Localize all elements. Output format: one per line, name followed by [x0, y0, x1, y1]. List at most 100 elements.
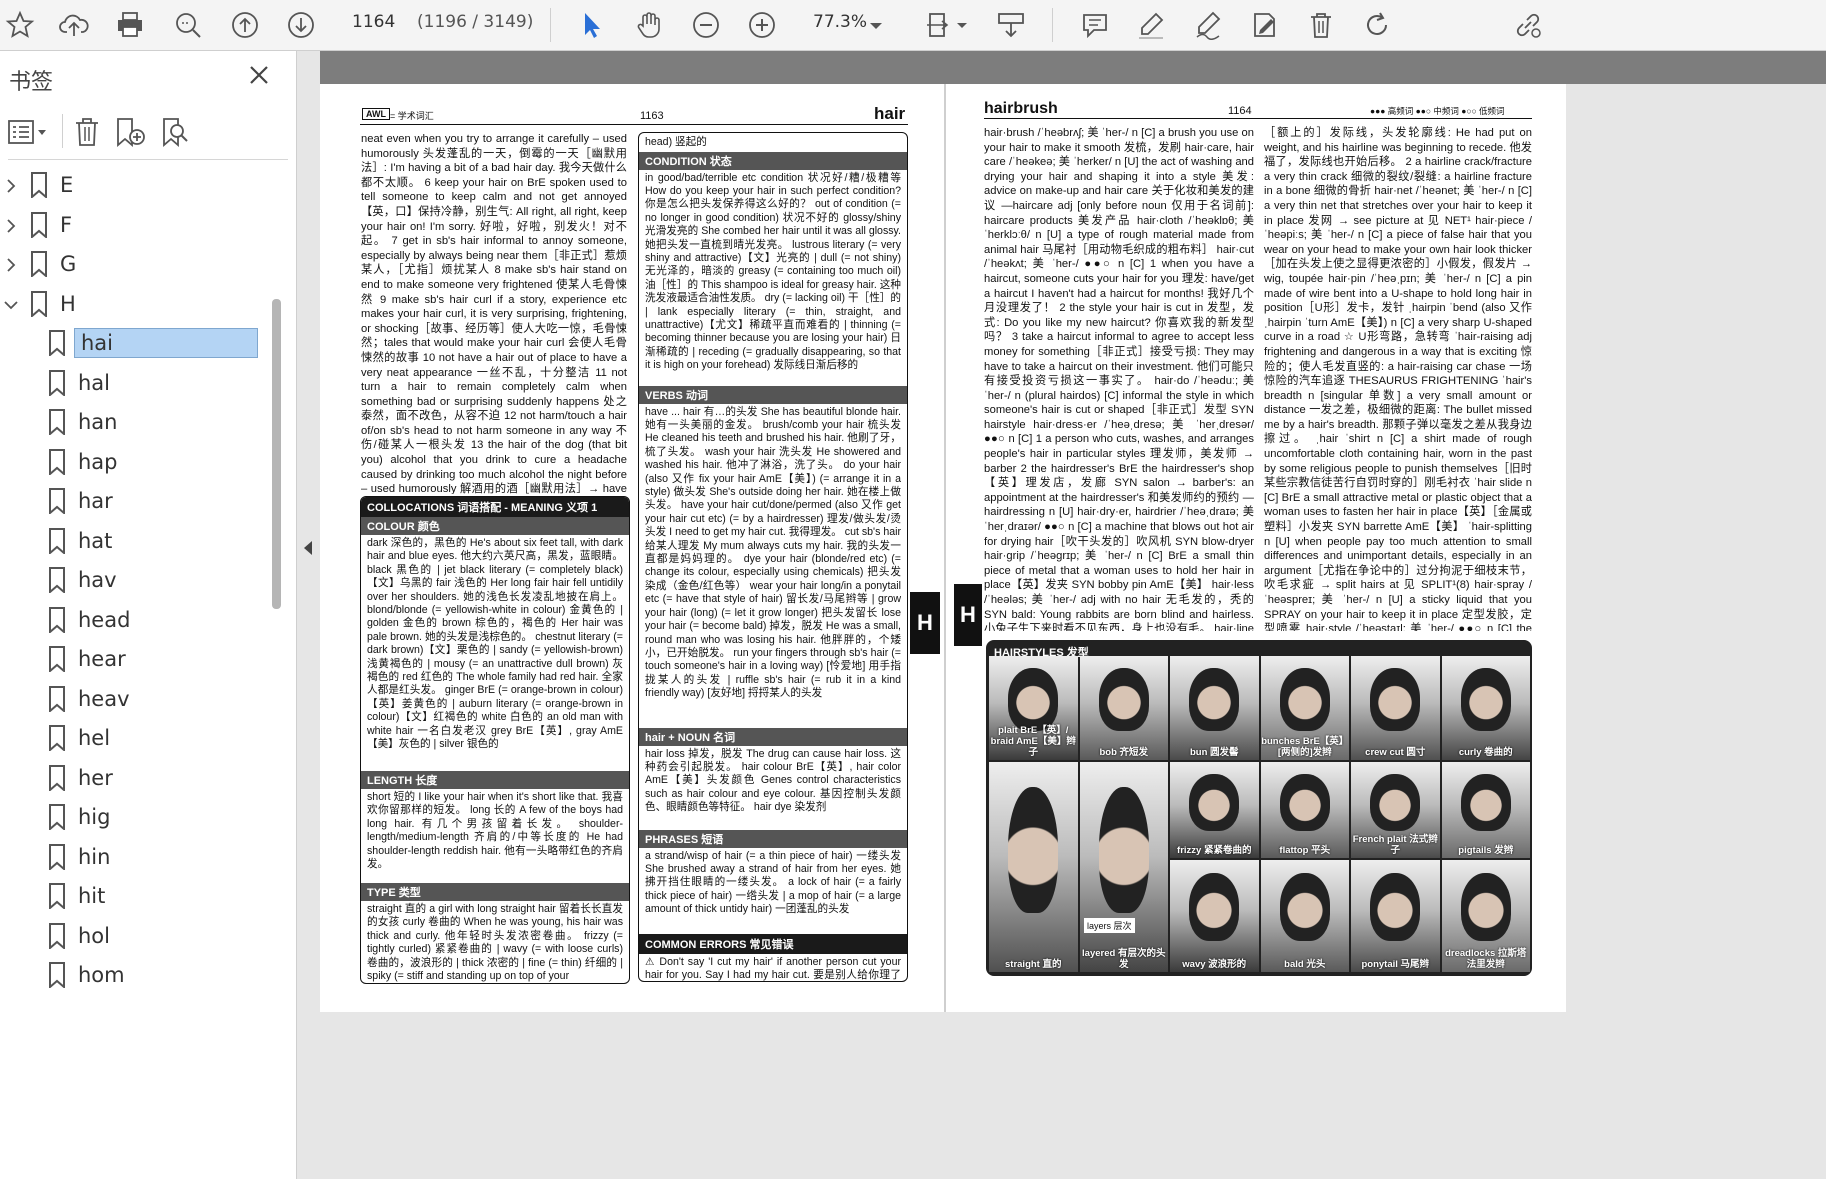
bookmark-item[interactable]: hol: [48, 917, 110, 955]
add-bookmark-icon[interactable]: [114, 116, 146, 148]
select-cursor-icon[interactable]: [574, 7, 610, 43]
bookmark-item[interactable]: hom: [48, 956, 125, 994]
bookmark-toolbar: [0, 108, 296, 158]
zoom-out-icon[interactable]: [688, 7, 724, 43]
bookmark-item[interactable]: F: [4, 206, 72, 244]
bookmark-item[interactable]: han: [48, 403, 118, 441]
page-number: 1164: [1228, 105, 1252, 117]
type-header: TYPE 类型: [361, 883, 629, 901]
chevron-down-icon[interactable]: [4, 297, 18, 311]
errors-text: ⚠ Don't say 'I cut my hair' if another p…: [645, 955, 901, 981]
guide-word: hair: [874, 104, 906, 123]
upload-cloud-icon[interactable]: [56, 7, 92, 43]
header-rule: [360, 124, 908, 125]
length-header: LENGTH 长度: [361, 771, 629, 789]
draw-sign-icon[interactable]: [1190, 7, 1226, 43]
link-settings-icon[interactable]: [1510, 7, 1546, 43]
hairstyle-photo: straight 直的: [989, 762, 1078, 972]
bookmark-item[interactable]: heav: [48, 680, 130, 718]
hairstyle-figure: [1279, 873, 1330, 941]
collocations-box-continued: head) 竖起的 CONDITION 状态 in good/bad/terri…: [638, 132, 908, 982]
previous-page-icon[interactable]: [227, 7, 263, 43]
delete-bookmark-icon[interactable]: [72, 116, 102, 148]
zoom-level-select[interactable]: 77.3%: [813, 12, 867, 32]
next-page-icon[interactable]: [283, 7, 319, 43]
hairstyle-photo: bald 光头: [1260, 860, 1349, 972]
bookmark-options-icon[interactable]: [8, 118, 48, 148]
verbs-text: have ... hair 有…的头发 She has beautiful bl…: [645, 405, 901, 700]
page-number: 1163: [640, 110, 664, 122]
bookmark-item[interactable]: her: [48, 759, 113, 797]
collocations-header: COLLOCATIONS 词语搭配 - MEANING 义项 1: [361, 497, 629, 517]
hairstyle-figure: [1370, 773, 1421, 832]
hand-tool-icon[interactable]: [631, 7, 667, 43]
close-icon[interactable]: [246, 62, 272, 88]
bookmark-label: head: [78, 607, 131, 632]
page-fit-icon[interactable]: [921, 7, 957, 43]
previous-page-edge: [320, 51, 1826, 84]
chevron-right-icon[interactable]: [4, 218, 18, 233]
hairstyle-photo: flattop 平头: [1260, 762, 1349, 858]
zoom-search-icon[interactable]: [170, 7, 206, 43]
bookmark-icon: [30, 290, 48, 318]
bookmark-item[interactable]: hin: [48, 838, 110, 876]
hairstyle-figure: [1370, 668, 1421, 731]
bookmark-label: hig: [78, 805, 111, 829]
print-icon[interactable]: [112, 7, 148, 43]
comment-icon[interactable]: [1077, 7, 1113, 43]
bookmark-item[interactable]: hai: [48, 324, 258, 362]
condition-text: in good/bad/terrible etc condition 状况好/糟…: [645, 171, 901, 372]
page-number-input[interactable]: 1164: [352, 12, 395, 32]
zoom-in-icon[interactable]: [744, 7, 780, 43]
bookmark-item[interactable]: H: [4, 285, 76, 323]
bookmark-item[interactable]: G: [4, 245, 76, 283]
bookmark-item[interactable]: hel: [48, 719, 110, 757]
hairstyle-figure: [1008, 787, 1059, 914]
toolbar-divider: [1052, 8, 1053, 42]
hairstyle-photo: dreadlocks 拉斯塔法里发辫: [1441, 860, 1530, 972]
find-bookmark-icon[interactable]: [160, 116, 192, 148]
scroll-mode-icon[interactable]: [993, 7, 1029, 43]
redo-icon[interactable]: [1359, 7, 1395, 43]
bookmark-item[interactable]: hear: [48, 640, 126, 678]
hairstyle-figure: [1098, 668, 1149, 731]
hairstyle-caption: dreadlocks 拉斯塔法里发辫: [1445, 948, 1527, 970]
hairstyle-figure: [1460, 773, 1511, 832]
bookmark-item[interactable]: hav: [48, 561, 117, 599]
chevron-right-icon[interactable]: [4, 257, 18, 272]
bookmark-item[interactable]: hig: [48, 798, 110, 836]
awl-legend: = 学术词汇: [390, 111, 434, 121]
highlight-pen-icon[interactable]: [1133, 7, 1169, 43]
fit-dropdown-chevron-icon[interactable]: [953, 7, 971, 43]
hairstyle-photo: bun 圆发髻: [1170, 656, 1259, 760]
entry-text: neat even when you try to arrange it car…: [361, 133, 627, 494]
hairstyles-illustration: HAIRSTYLES 发型 plait BrE【英】/ braid AmE【美】…: [986, 640, 1532, 976]
hairstyle-photo: French plait 法式辫子: [1351, 762, 1440, 858]
delete-trash-icon[interactable]: [1303, 7, 1339, 43]
hairstyle-caption: frizzy 紧紧卷曲的: [1177, 845, 1252, 856]
hairstyle-figure: [1370, 873, 1421, 941]
chevron-right-icon[interactable]: [4, 178, 18, 193]
zoom-dropdown-chevron-icon[interactable]: [866, 7, 886, 43]
bookmark-label: hom: [78, 963, 125, 987]
bookmark-item[interactable]: E: [4, 166, 73, 204]
bookmark-item[interactable]: hap: [48, 443, 118, 481]
toolbar: 1164 (1196 / 3149) 77.3%: [0, 0, 1826, 51]
bookmark-item[interactable]: hit: [48, 877, 105, 915]
stamp-edit-icon[interactable]: [1246, 7, 1282, 43]
continued-text: head) 竖起的: [645, 136, 707, 148]
bookmark-item[interactable]: head: [48, 601, 130, 639]
bookmark-label: heav: [78, 686, 130, 711]
collapse-panel-icon[interactable]: [302, 540, 314, 556]
bookmark-item[interactable]: hat: [48, 522, 112, 560]
bookmark-star-icon[interactable]: [2, 7, 38, 43]
bookmark-icon: [48, 883, 66, 911]
hairstyle-caption: plait BrE【英】/ braid AmE【美】辫子: [990, 725, 1076, 758]
hairstyle-caption: bob 齐短发: [1099, 747, 1149, 758]
colour-header: COLOUR 颜色: [361, 517, 629, 535]
hairstyle-figure: [1279, 773, 1330, 832]
hairstyle-figure: [1460, 668, 1511, 731]
bookmark-item[interactable]: har: [48, 482, 113, 520]
bookmark-item[interactable]: hal: [48, 364, 110, 402]
sidebar-scrollbar[interactable]: [272, 299, 281, 609]
